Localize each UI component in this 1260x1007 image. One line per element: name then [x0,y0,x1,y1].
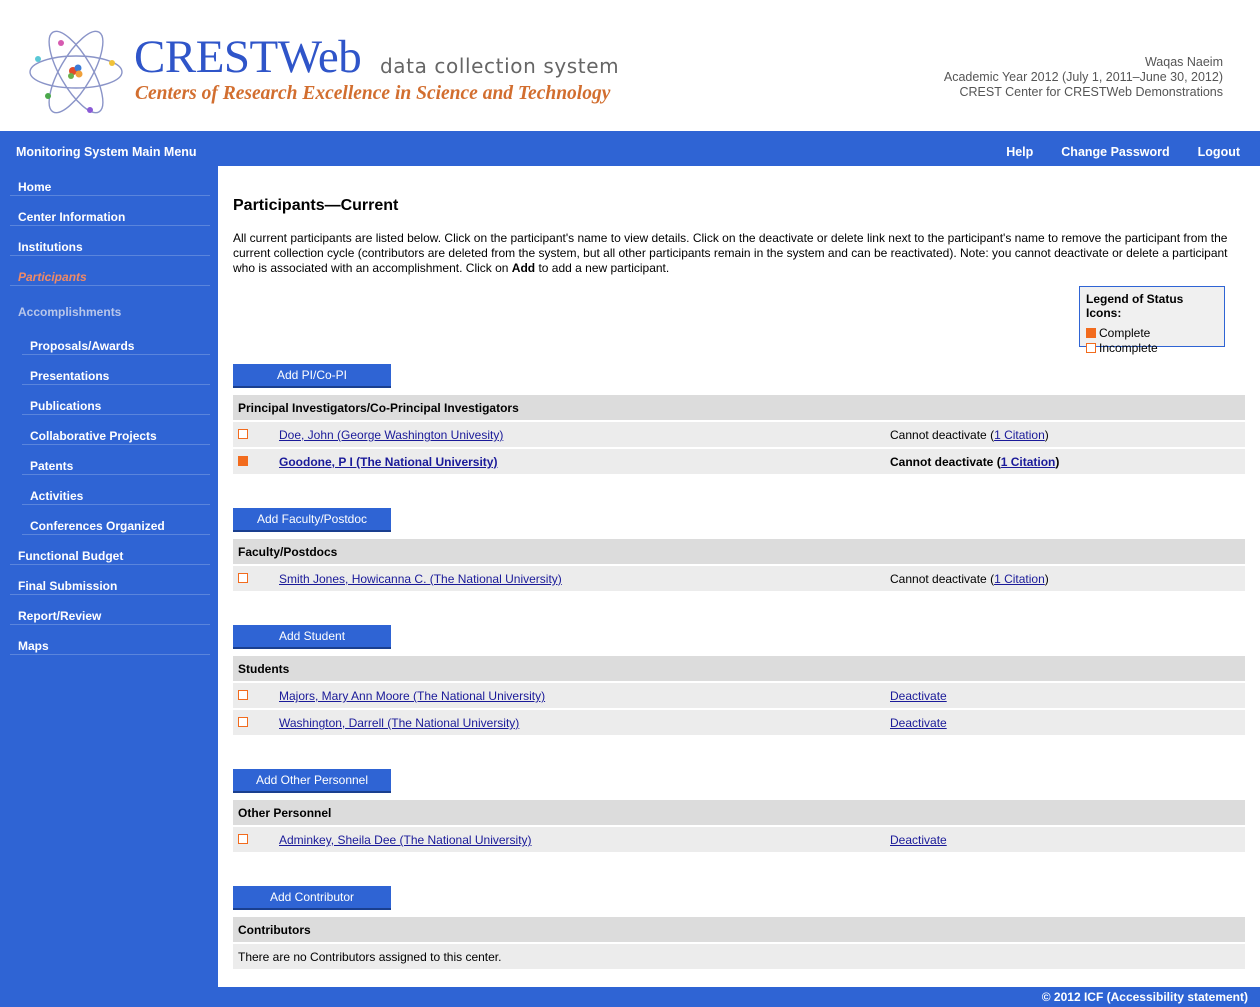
participant-name-link[interactable]: Goodone, P I (The National University) [279,455,497,469]
cannot-deactivate-text: Cannot deactivate (1 Citation) [890,428,1049,442]
sidebar-item-conferences-organized[interactable]: Conferences Organized [22,505,210,535]
cannot-deactivate-text: Cannot deactivate (1 Citation) [890,572,1049,586]
participant-name-link[interactable]: Majors, Mary Ann Moore (The National Uni… [279,689,545,703]
academic-year: Academic Year 2012 (July 1, 2011–June 30… [943,70,1223,84]
sidebar-item-center-information[interactable]: Center Information [10,196,210,226]
other-personnel-section-header: Other Personnel [233,800,1245,825]
incomplete-status-icon [1086,342,1096,353]
participant-name-link[interactable]: Washington, Darrell (The National Univer… [279,716,519,730]
students-section-header: Students [233,656,1245,681]
deactivate-link[interactable]: Deactivate [890,716,947,730]
legend-incomplete-row: Incomplete [1086,340,1218,355]
contributors-section-header: Contributors [233,917,1245,942]
table-row: Goodone, P I (The National University) C… [233,449,1245,474]
sidebar-item-publications[interactable]: Publications [22,385,210,415]
sidebar-item-patents[interactable]: Patents [22,445,210,475]
citation-link[interactable]: 1 Citation [1001,455,1056,469]
page-intro: All current participants are listed belo… [233,231,1233,276]
sidebar-item-maps[interactable]: Maps [10,625,210,655]
close-paren: ) [1044,428,1049,442]
row-action: Deactivate [890,833,947,847]
complete-status-icon [238,456,248,466]
site-footer: © 2012 ICF (Accessibility statement) [0,987,1260,1007]
table-row: Adminkey, Sheila Dee (The National Unive… [233,827,1245,852]
sidebar-item-activities[interactable]: Activities [22,475,210,505]
atom-logo-icon [29,30,123,114]
sidebar-section-accomplishments: Accomplishments [18,305,122,319]
add-other-personnel-button[interactable]: Add Other Personnel [233,769,391,793]
center-name: CREST Center for CRESTWeb Demonstrations [959,85,1223,99]
brand-tagline: Centers of Research Excellence in Scienc… [135,83,611,104]
faculty-section-header: Faculty/Postdocs [233,539,1245,564]
intro-text: All current participants are listed belo… [233,231,1228,275]
pi-section-header: Principal Investigators/Co-Principal Inv… [233,395,1245,420]
citation-link[interactable]: 1 Citation [994,428,1045,442]
close-paren: ) [1055,455,1060,469]
citation-link[interactable]: 1 Citation [994,572,1045,586]
cannot-deactivate-text: Cannot deactivate (1 Citation) [890,455,1059,469]
cannot-deactivate-label: Cannot deactivate ( [890,572,995,586]
row-action: Deactivate [890,689,947,703]
legend-complete-label: Complete [1099,325,1151,340]
close-paren: ) [1044,572,1049,586]
table-row: Smith Jones, Howicanna C. (The National … [233,566,1245,591]
intro-text-end: to add a new participant. [535,261,670,275]
sidebar-item-collaborative-projects[interactable]: Collaborative Projects [22,415,210,445]
sidebar-item-final-submission[interactable]: Final Submission [10,565,210,595]
legend-title: Legend of Status Icons: [1086,292,1184,320]
cannot-deactivate-label: Cannot deactivate ( [890,455,1001,469]
add-student-button[interactable]: Add Student [233,625,391,649]
incomplete-status-icon [238,834,248,844]
sidebar-item-home[interactable]: Home [10,166,210,196]
table-row: Washington, Darrell (The National Univer… [233,710,1245,735]
incomplete-status-icon [238,429,248,439]
empty-contributors-message: There are no Contributors assigned to th… [238,950,502,964]
intro-add-word: Add [511,261,536,275]
cannot-deactivate-label: Cannot deactivate ( [890,428,995,442]
user-info: Waqas Naeim Academic Year 2012 (July 1, … [944,55,1223,100]
table-row: Majors, Mary Ann Moore (The National Uni… [233,683,1245,708]
sidebar-nav: Home Center Information Institutions Par… [0,166,218,987]
participant-name-link[interactable]: Adminkey, Sheila Dee (The National Unive… [279,833,532,847]
participant-name-link[interactable]: Smith Jones, Howicanna C. (The National … [279,572,562,586]
page-title: Participants—Current [233,197,399,214]
top-nav-bar: Monitoring System Main Menu Help Change … [0,131,1260,166]
add-pi-button[interactable]: Add PI/Co-PI [233,364,391,388]
add-faculty-postdoc-button[interactable]: Add Faculty/Postdoc [233,508,391,532]
participant-name-link[interactable]: Doe, John (George Washington Univesity) [279,428,503,442]
add-contributor-button[interactable]: Add Contributor [233,886,391,910]
incomplete-status-icon [238,573,248,583]
incomplete-status-icon [238,717,248,727]
incomplete-status-icon [238,690,248,700]
row-action: Deactivate [890,716,947,730]
sidebar-item-presentations[interactable]: Presentations [22,355,210,385]
change-password-link[interactable]: Change Password [1061,145,1169,159]
complete-status-icon [1086,327,1096,338]
legend-incomplete-label: Incomplete [1099,340,1158,355]
user-name: Waqas Naeim [1144,55,1223,69]
empty-contributors-row: There are no Contributors assigned to th… [233,944,1245,969]
sidebar-item-participants[interactable]: Participants [10,256,210,286]
sidebar-item-functional-budget[interactable]: Functional Budget [10,535,210,565]
table-row: Doe, John (George Washington Univesity) … [233,422,1245,447]
legend-complete-row: Complete [1086,325,1218,340]
help-link[interactable]: Help [1006,145,1033,159]
logout-link[interactable]: Logout [1198,145,1240,159]
top-nav-links: Help Change Password Logout [1006,145,1240,159]
copyright-accessibility-link[interactable]: © 2012 ICF (Accessibility statement) [1042,990,1248,1004]
sidebar-item-proposals-awards[interactable]: Proposals/Awards [22,325,210,355]
site-header: CRESTWeb data collection system Centers … [0,0,1260,131]
deactivate-link[interactable]: Deactivate [890,689,947,703]
deactivate-link[interactable]: Deactivate [890,833,947,847]
main-menu-title: Monitoring System Main Menu [16,145,197,159]
brand-subtitle: data collection system [380,54,620,78]
brand-title: CRESTWeb [134,31,362,83]
sidebar-item-report-review[interactable]: Report/Review [10,595,210,625]
status-legend: Legend of Status Icons: Complete Incompl… [1079,286,1225,355]
sidebar-item-institutions[interactable]: Institutions [10,226,210,256]
